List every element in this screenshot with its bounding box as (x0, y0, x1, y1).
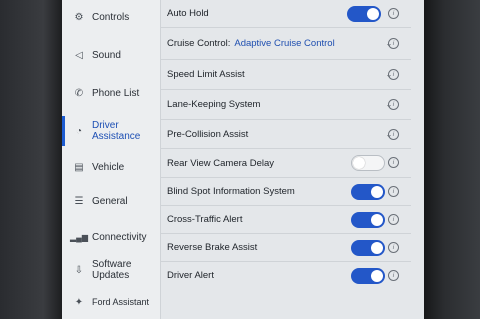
sidebar-item-phone-list[interactable]: ✆ Phone List (62, 84, 160, 102)
vehicle-icon: ▤ (74, 161, 84, 173)
sidebar-item-label: Sound (92, 49, 121, 61)
setting-row-reverse-brake: Reverse Brake Assist i (161, 234, 411, 262)
info-icon[interactable]: i (388, 242, 399, 253)
cruise-control-value: Adaptive Cruise Control (234, 38, 335, 49)
sidebar-item-label: General (92, 195, 128, 207)
info-icon[interactable]: i (388, 186, 399, 197)
setting-row-blind-spot: Blind Spot Information System i (161, 178, 411, 206)
sidebar-item-label: Driver Assistance (92, 120, 141, 142)
info-icon[interactable]: i (388, 38, 399, 49)
blind-spot-toggle[interactable] (351, 183, 385, 200)
settings-sliders-icon: ☰ (74, 195, 84, 207)
setting-label: Lane-Keeping System (167, 99, 261, 110)
setting-row-auto-hold: Auto Hold i (161, 0, 411, 28)
reverse-brake-toggle[interactable] (351, 239, 385, 256)
sidebar-item-software-updates[interactable]: ⇩ Software Updates (62, 258, 160, 282)
sidebar-item-general[interactable]: ☰ General (62, 192, 160, 210)
cross-traffic-toggle[interactable] (351, 211, 385, 228)
sidebar-item-connectivity[interactable]: ▂▄▆ Connectivity (62, 228, 160, 246)
setting-label: Driver Alert (167, 270, 214, 281)
sidebar-item-driver-assistance[interactable]: ◔ Driver Assistance (62, 118, 160, 144)
sidebar-item-label: Connectivity (92, 231, 147, 243)
setting-row-cruise-control[interactable]: Cruise Control: Adaptive Cruise Control ⌄… (161, 28, 411, 60)
info-icon[interactable]: i (388, 99, 399, 110)
info-icon[interactable]: i (388, 214, 399, 225)
display-bezel-left (0, 0, 62, 319)
auto-hold-toggle[interactable] (347, 5, 381, 22)
setting-row-speed-limit-assist[interactable]: Speed Limit Assist ⌄ i (161, 60, 411, 90)
sidebar-item-label: Phone List (92, 87, 140, 99)
sidebar-item-ford-assistant[interactable]: ✦ Ford Assistant (62, 294, 160, 310)
setting-label: Rear View Camera Delay (167, 157, 275, 169)
assistant-icon: ✦ (74, 296, 84, 308)
signal-icon: ▂▄▆ (70, 232, 88, 242)
sidebar-item-label: Ford Assistant (92, 296, 150, 307)
rear-camera-delay-toggle[interactable] (351, 155, 385, 171)
setting-label: Auto Hold (167, 8, 209, 19)
setting-label: Reverse Brake Assist (167, 242, 258, 253)
info-icon[interactable]: i (388, 8, 399, 19)
sidebar-item-label: Controls (92, 11, 130, 23)
sidebar-item-controls[interactable]: ⚙ Controls (62, 8, 160, 26)
setting-label: Blind Spot Information System (167, 186, 295, 197)
infotainment-screen: ⚙ Controls ◁ Sound ✆ Phone List ◔ Driver… (62, 0, 424, 319)
info-icon[interactable]: i (388, 129, 399, 140)
driver-alert-toggle[interactable] (351, 267, 385, 284)
info-icon[interactable]: i (388, 157, 399, 168)
settings-sidebar: ⚙ Controls ◁ Sound ✆ Phone List ◔ Driver… (62, 0, 161, 319)
phone-icon: ✆ (74, 87, 84, 99)
setting-row-lane-keeping[interactable]: Lane-Keeping System ⌄ i (161, 90, 411, 120)
sidebar-item-label: Software Updates (92, 259, 132, 281)
display-bezel-right (420, 0, 480, 319)
download-icon: ⇩ (74, 264, 84, 276)
setting-label: Cruise Control: Adaptive Cruise Control (167, 38, 335, 49)
info-icon[interactable]: i (388, 270, 399, 281)
setting-label: Speed Limit Assist (167, 69, 245, 80)
sidebar-item-vehicle[interactable]: ▤ Vehicle (62, 158, 160, 176)
driver-assist-icon: ◔ (75, 125, 83, 137)
settings-list: Auto Hold i Cruise Control: Adaptive Crui… (161, 0, 424, 319)
setting-row-pre-collision[interactable]: Pre-Collision Assist ⌄ i (161, 120, 411, 149)
speaker-icon: ◁ (75, 49, 83, 61)
car-controls-icon: ⚙ (74, 11, 84, 23)
setting-row-driver-alert: Driver Alert i (161, 262, 411, 289)
info-icon[interactable]: i (388, 69, 399, 80)
setting-label: Cross-Traffic Alert (167, 214, 243, 225)
setting-row-rear-camera-delay: Rear View Camera Delay i (161, 149, 411, 178)
sidebar-item-sound[interactable]: ◁ Sound (62, 46, 160, 64)
sidebar-item-label: Vehicle (92, 161, 125, 173)
setting-row-cross-traffic: Cross-Traffic Alert i (161, 206, 411, 234)
setting-label: Pre-Collision Assist (167, 128, 249, 140)
